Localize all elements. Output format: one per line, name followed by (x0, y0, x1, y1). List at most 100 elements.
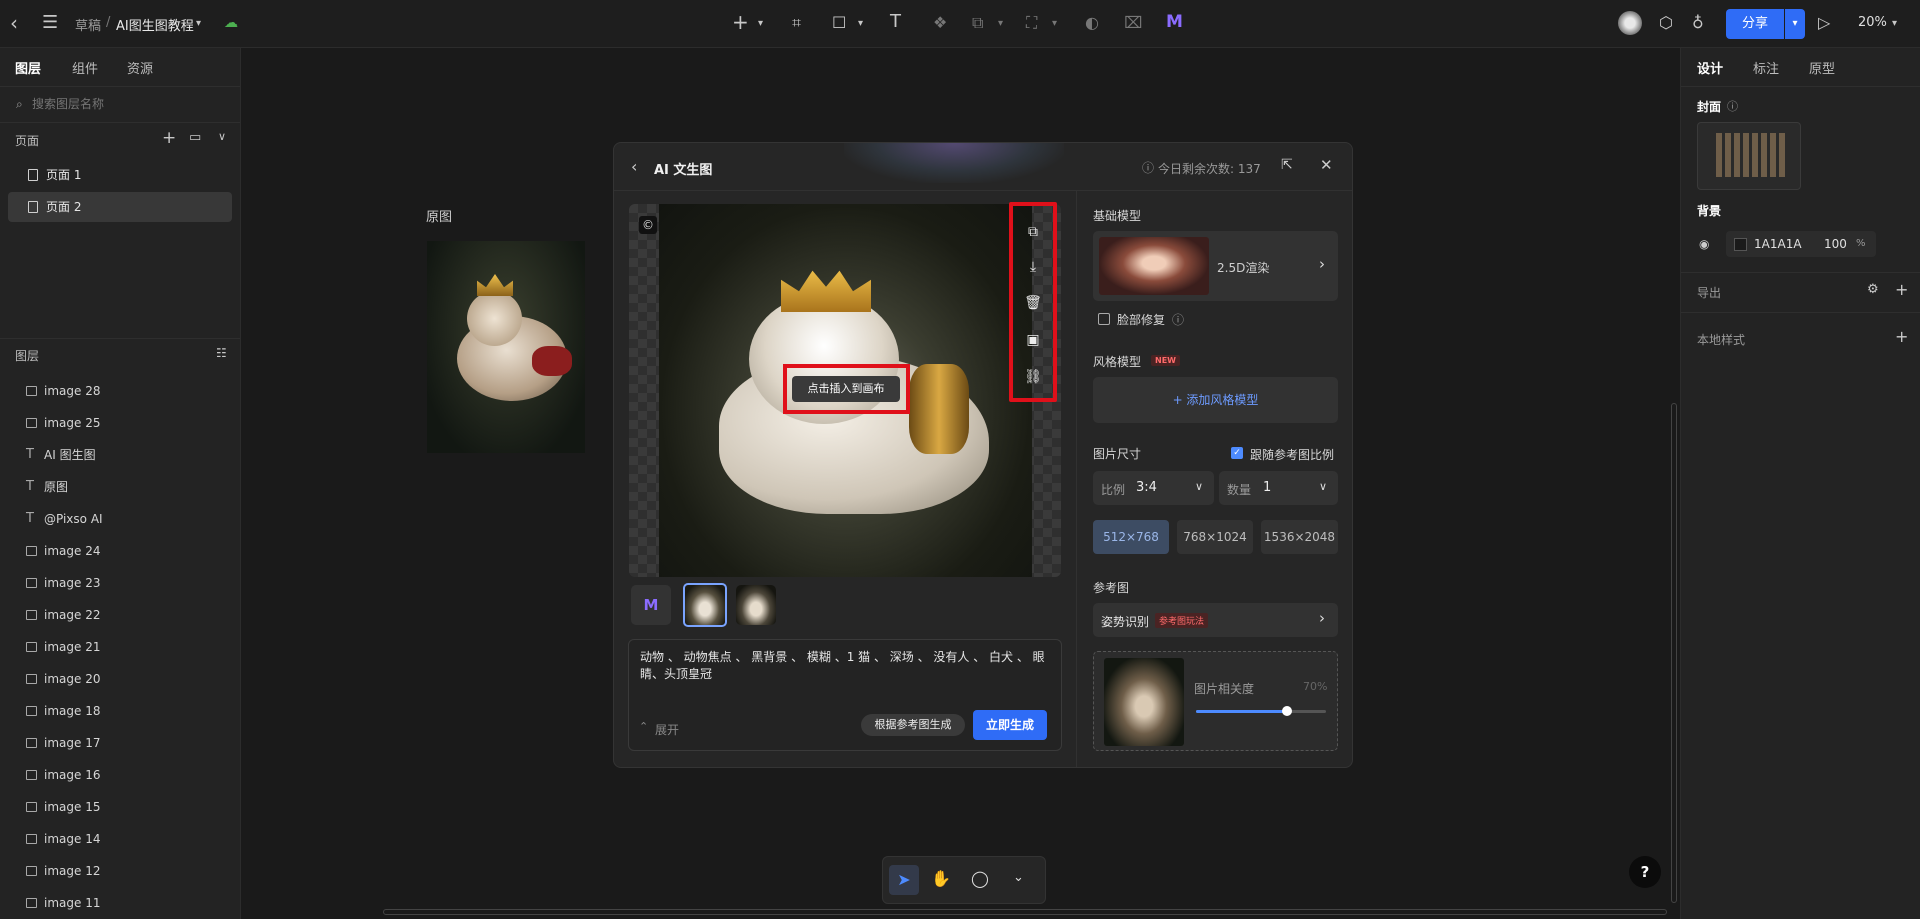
layer-item[interactable]: image 28 (0, 375, 240, 407)
help-circle-icon[interactable]: ⓘ (1172, 311, 1184, 328)
original-cat-image[interactable] (427, 241, 585, 453)
layer-item[interactable]: image 12 (0, 855, 240, 887)
play-icon[interactable]: ▷ (1818, 13, 1830, 33)
chevron-down-icon[interactable]: ▾ (196, 14, 201, 34)
comment-icon[interactable]: ◯ (971, 869, 989, 888)
generate-from-reference-button[interactable]: 根据参考图生成 (861, 714, 965, 736)
layer-item[interactable]: image 24 (0, 535, 240, 567)
frame-icon[interactable]: ⌗ (792, 13, 801, 33)
image-search-icon[interactable]: ▣ (1024, 331, 1042, 349)
background-color-field[interactable]: 1A1A1A 100 % (1726, 231, 1876, 257)
delete-icon[interactable]: 🗑 (1024, 294, 1042, 312)
tab-layers[interactable]: 图层 (15, 58, 41, 77)
layer-item[interactable]: image 17 (0, 727, 240, 759)
page-item-2[interactable]: 页面 2 (8, 192, 232, 222)
pin-icon[interactable]: ⇱ (1281, 157, 1293, 173)
share-dropdown-button[interactable]: ▾ (1785, 9, 1805, 39)
layer-item[interactable]: image 14 (0, 823, 240, 855)
file-name[interactable]: AI图生图教程 (116, 15, 194, 34)
folder-icon[interactable]: ▭ (189, 130, 201, 145)
size-option-512x768[interactable]: 512×768 (1093, 520, 1169, 554)
mask-icon[interactable]: ⛶ (1026, 13, 1037, 33)
back-icon[interactable]: ‹ (631, 157, 637, 176)
move-tool-button[interactable]: ➤ (889, 865, 919, 895)
boolean-icon[interactable]: ⧉ (972, 13, 983, 33)
help-button[interactable]: ? (1629, 856, 1661, 888)
horizontal-scrollbar[interactable] (383, 909, 1667, 915)
background-opacity[interactable]: 100 (1824, 237, 1847, 251)
page-item-1[interactable]: 页面 1 (8, 160, 232, 190)
layer-item[interactable]: T @Pixso AI (0, 503, 240, 535)
expand-label[interactable]: 展开 (655, 721, 679, 738)
background-swatch[interactable] (1734, 238, 1747, 251)
chevron-double-down-icon[interactable]: ⌄ (1013, 870, 1024, 885)
text-tool-icon[interactable]: T (890, 12, 901, 32)
crop-icon[interactable]: ⌧ (1124, 13, 1142, 33)
chevron-down-icon[interactable]: ▾ (1892, 14, 1897, 34)
plugin-icon[interactable]: ⬡ (1659, 13, 1673, 33)
result-thumbnail-2[interactable] (736, 585, 776, 625)
count-select[interactable]: 数量 1 ∨ (1219, 471, 1338, 505)
back-icon[interactable]: ‹ (10, 13, 18, 33)
layer-list-options-icon[interactable]: ☷ (216, 346, 227, 360)
share-button[interactable]: 分享 (1726, 9, 1784, 39)
tab-design[interactable]: 设计 (1697, 58, 1723, 77)
insert-to-canvas-button[interactable]: 点击插入到画布 (792, 376, 900, 402)
vertical-scrollbar[interactable] (1671, 403, 1677, 903)
result-thumbnail-1[interactable] (683, 583, 727, 627)
chevron-down-icon[interactable]: ▾ (858, 14, 863, 34)
layer-item[interactable]: image 18 (0, 695, 240, 727)
layer-item[interactable]: image 15 (0, 791, 240, 823)
ratio-select[interactable]: 比例 3:4 ∨ (1093, 471, 1214, 505)
expand-icon[interactable]: ⌃ (639, 720, 648, 733)
avatar[interactable] (1618, 11, 1642, 35)
rectangle-icon[interactable]: ☐ (832, 13, 846, 33)
add-style-model-button[interactable]: + 添加风格模型 (1093, 377, 1338, 423)
prompt-text[interactable]: 动物 、 动物焦点 、 黑背景 、 模糊 、1 猫 、 深场 、 没有人 、 白… (640, 649, 1052, 683)
add-export-icon[interactable]: + (1895, 280, 1908, 299)
copy-icon[interactable]: ⧉ (1024, 223, 1042, 241)
close-icon[interactable]: ✕ (1320, 156, 1333, 174)
tab-prototype[interactable]: 原型 (1809, 58, 1835, 77)
add-page-icon[interactable]: + (162, 128, 176, 148)
zoom-level[interactable]: 20% (1858, 15, 1887, 30)
hand-icon[interactable]: ✋ (931, 869, 951, 888)
chevron-down-icon[interactable]: ▾ (1052, 14, 1057, 34)
layer-item[interactable]: T 原图 (0, 471, 240, 503)
size-option-768x1024[interactable]: 768×1024 (1177, 520, 1253, 554)
face-fix-checkbox[interactable] (1098, 313, 1110, 325)
fill-icon[interactable]: ◐ (1085, 13, 1099, 33)
add-style-icon[interactable]: + (1895, 327, 1908, 346)
similarity-slider-thumb[interactable] (1282, 706, 1292, 716)
layer-item[interactable]: image 11 (0, 887, 240, 919)
cover-thumbnail[interactable] (1697, 122, 1801, 190)
chevron-down-icon[interactable]: ▾ (758, 14, 763, 34)
base-model-selector[interactable]: 2.5D渲染 › (1093, 231, 1338, 301)
layer-item[interactable]: image 16 (0, 759, 240, 791)
generate-now-button[interactable]: 立即生成 (973, 710, 1047, 740)
chevron-down-icon[interactable]: ∨ (218, 130, 226, 143)
pixso-ai-thumbnail[interactable]: M (631, 585, 671, 625)
tab-annotate[interactable]: 标注 (1753, 58, 1779, 77)
follow-ratio-checkbox[interactable]: ✓ (1231, 447, 1243, 459)
layer-item[interactable]: image 22 (0, 599, 240, 631)
lightbulb-icon[interactable]: ♁ (1692, 13, 1704, 33)
breadcrumb-parent[interactable]: 草稿 (75, 15, 101, 34)
size-option-1536x2048[interactable]: 1536×2048 (1261, 520, 1338, 554)
background-hex[interactable]: 1A1A1A (1754, 237, 1802, 251)
download-icon[interactable]: ⤓ (1024, 258, 1042, 276)
similarity-slider-track[interactable] (1196, 706, 1326, 716)
layer-search-input[interactable] (32, 93, 232, 115)
layer-item[interactable]: image 20 (0, 663, 240, 695)
reference-image-card[interactable]: 图片相关度 70% (1093, 651, 1338, 751)
chevron-down-icon[interactable]: ▾ (998, 14, 1003, 34)
eye-icon[interactable]: ◉ (1699, 237, 1709, 251)
pixso-ai-icon[interactable]: M (1166, 12, 1183, 32)
tab-assets[interactable]: 资源 (127, 58, 153, 77)
export-settings-icon[interactable]: ⚙ (1867, 282, 1879, 297)
layer-item[interactable]: image 23 (0, 567, 240, 599)
tab-components[interactable]: 组件 (72, 58, 98, 77)
pose-recognition-selector[interactable]: 姿势识别 参考图玩法 › (1093, 603, 1338, 637)
prompt-box[interactable]: 动物 、 动物焦点 、 黑背景 、 模糊 、1 猫 、 深场 、 没有人 、 白… (628, 639, 1062, 751)
link-icon[interactable]: ⛓ (1024, 368, 1042, 386)
